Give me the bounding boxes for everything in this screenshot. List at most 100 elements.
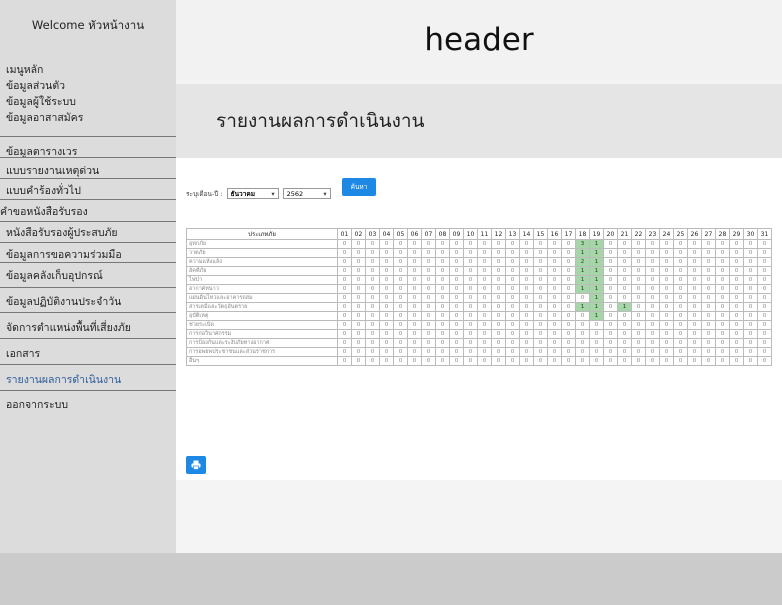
day-header: 03 (365, 228, 380, 240)
count-cell: 0 (519, 266, 534, 276)
count-cell: 0 (421, 293, 436, 303)
count-cell: 0 (715, 356, 730, 366)
sidebar-item-cooperation[interactable]: ข้อมูลการขอความร่วมมือ (0, 246, 170, 263)
day-header: 18 (575, 228, 590, 240)
count-cell: 0 (715, 338, 730, 348)
sidebar-item-daily-work[interactable]: ข้อมูลปฏิบัติงานประจำวัน (0, 293, 170, 310)
count-cell: 0 (701, 320, 716, 330)
count-cell: 0 (449, 239, 464, 249)
count-cell: 0 (505, 338, 520, 348)
count-cell: 0 (477, 302, 492, 312)
count-cell: 0 (351, 275, 366, 285)
filter-label: ระบุเดือน-ปี : (186, 189, 223, 198)
day-header: 10 (463, 228, 478, 240)
count-cell: 0 (757, 257, 772, 267)
count-cell: 0 (547, 293, 562, 303)
count-cell: 0 (701, 329, 716, 339)
count-cell: 0 (561, 239, 576, 249)
sidebar-item-general-request[interactable]: แบบคำร้องทั่วไป (0, 182, 170, 199)
count-cell: 0 (407, 329, 422, 339)
sidebar: Welcome หัวหน้างาน เมนูหลัก ข้อมูลส่วนตั… (0, 0, 176, 553)
count-cell: 0 (631, 239, 646, 249)
day-header: 16 (547, 228, 562, 240)
count-cell: 0 (701, 266, 716, 276)
count-cell: 0 (645, 347, 660, 357)
count-cell: 0 (351, 338, 366, 348)
menu-personal[interactable]: ข้อมูลส่วนตัว (6, 78, 83, 94)
count-cell: 0 (743, 338, 758, 348)
count-cell: 0 (687, 338, 702, 348)
menu-users[interactable]: ข้อมูลผู้ใช้ระบบ (6, 94, 83, 110)
count-cell: 0 (351, 257, 366, 267)
divider (0, 312, 176, 313)
sidebar-item-performance-report[interactable]: รายงานผลการดำเนินงาน (0, 371, 170, 388)
count-cell: 0 (533, 302, 548, 312)
menu-volunteers[interactable]: ข้อมูลอาสาสมัคร (6, 110, 83, 126)
count-cell: 0 (757, 347, 772, 357)
table-row: ช่วยระเบิด 0 0 0 0 0 0 0 0 0 0 0 0 0 0 0 0 0 0 0 0 0 0 0 0 0 0 0 0 0 0… (186, 320, 772, 330)
table-row: การป้องกันและระงับภัยทางอากาศ 0 0 0 0 0 0 0 0 0 0 0… (186, 338, 772, 348)
count-cell: 0 (743, 329, 758, 339)
count-cell: 0 (645, 248, 660, 258)
month-year-filter: ระบุเดือน-ปี : ธันวาคม ▾ 2562 ▾ (186, 188, 331, 199)
count-cell: 0 (659, 275, 674, 285)
sidebar-item-documents[interactable]: เอกสาร (0, 345, 170, 362)
count-cell: 0 (449, 347, 464, 357)
count-cell: 0 (631, 320, 646, 330)
count-cell: 0 (505, 329, 520, 339)
count-cell: 0 (393, 311, 408, 321)
count-cell: 0 (617, 338, 632, 348)
count-cell: 0 (715, 320, 730, 330)
count-cell: 0 (337, 356, 352, 366)
sidebar-item-equipment-store[interactable]: ข้อมูลคลังเก็บอุปกรณ์ (0, 267, 170, 284)
count-cell: 1 (589, 302, 604, 312)
count-cell: 0 (449, 302, 464, 312)
count-cell: 0 (561, 311, 576, 321)
day-header: 21 (617, 228, 632, 240)
sidebar-item-victim-certificate[interactable]: หนังสือรับรองผู้ประสบภัย (0, 224, 170, 241)
count-cell: 0 (519, 248, 534, 258)
count-cell: 0 (743, 302, 758, 312)
count-cell: 0 (393, 356, 408, 366)
count-cell: 0 (603, 284, 618, 294)
count-cell: 0 (449, 356, 464, 366)
count-cell: 0 (407, 284, 422, 294)
count-cell: 0 (547, 329, 562, 339)
count-cell: 0 (547, 266, 562, 276)
count-cell: 0 (603, 266, 618, 276)
sidebar-item-certificate-request[interactable]: คำขอหนังสือรับรอง (0, 203, 170, 220)
day-header: 22 (631, 228, 646, 240)
count-cell: 0 (687, 311, 702, 321)
count-cell: 1 (575, 266, 590, 276)
print-button[interactable] (186, 456, 206, 474)
sidebar-item-risk-areas[interactable]: จัดการตำแหน่งพื้นที่เสี่ยงภัย (0, 319, 170, 336)
category-cell: สารเคมีและวัตถุอันตราย (186, 302, 338, 312)
count-cell: 0 (449, 338, 464, 348)
count-cell: 0 (715, 266, 730, 276)
count-cell: 0 (421, 257, 436, 267)
count-cell: 0 (365, 320, 380, 330)
sidebar-item-logout[interactable]: ออกจากระบบ (0, 396, 170, 413)
count-cell: 0 (729, 275, 744, 285)
search-button[interactable]: ค้นหา (342, 178, 376, 196)
count-cell: 0 (463, 266, 478, 276)
year-select[interactable]: 2562 ▾ (282, 188, 331, 199)
count-cell: 0 (337, 338, 352, 348)
sidebar-item-urgent-report[interactable]: แบบรายงานเหตุด่วน (0, 162, 170, 179)
chevron-down-icon: ▾ (323, 189, 327, 198)
sidebar-top-menu: เมนูหลัก ข้อมูลส่วนตัว ข้อมูลผู้ใช้ระบบ … (6, 62, 83, 126)
menu-main[interactable]: เมนูหลัก (6, 62, 83, 78)
month-select[interactable]: ธันวาคม ▾ (226, 188, 279, 199)
count-cell: 0 (687, 302, 702, 312)
count-cell: 0 (421, 302, 436, 312)
count-cell: 0 (547, 338, 562, 348)
table-row: อุทกภัย 0 0 0 0 0 0 0 0 0 0 0 0 0 0 0 0 0 3 1 0 0 0 0 0 0 0 0 0 0 0 0 (186, 239, 772, 249)
count-cell: 0 (533, 311, 548, 321)
count-cell: 0 (757, 338, 772, 348)
count-cell: 0 (687, 293, 702, 303)
count-cell: 0 (729, 347, 744, 357)
count-cell: 0 (393, 284, 408, 294)
table-row: อื่นๆ 0 0 0 0 0 0 0 0 0 0 0 0 0 0 0 0 0 0 0 0 0 0 0 0 0 0 0 0 0 0 0 (186, 356, 772, 366)
count-cell: 0 (701, 248, 716, 258)
count-cell: 0 (561, 284, 576, 294)
